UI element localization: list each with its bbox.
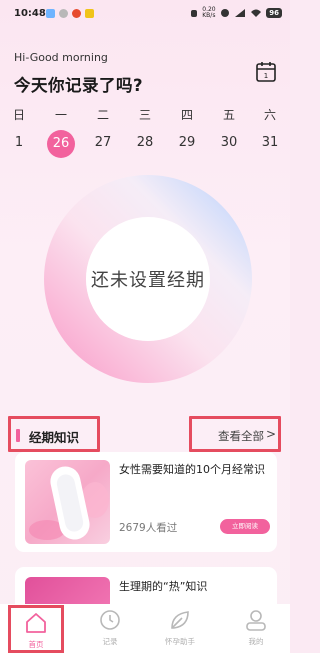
svg-text:1: 1 [264,72,268,80]
date-cell-today[interactable]: 26 [47,130,75,158]
app-notification-icon [59,9,68,18]
greeting-text: Hi-Good morning [14,51,108,64]
tab-label: 怀孕助手 [165,637,195,646]
alarm-icon [191,10,198,17]
weekday-row: 日 一 二 三 四 五 六 [0,106,290,122]
battery-indicator: 96 [266,8,282,18]
date-cell[interactable]: 1 [7,135,31,150]
leaf-icon [171,611,189,629]
article-title: 女性需要知道的10个月经常识 [119,463,265,476]
notification-icons [46,9,94,18]
page-title: 今天你记录了吗? [14,76,144,95]
status-time: 10:48 [14,8,46,19]
wifi-icon [251,9,262,17]
signal-icon [235,9,246,17]
bottom-tab-bar: 首页 记录 怀孕助手 我的 [0,604,290,653]
bluetooth-icon [221,9,230,17]
view-all-button[interactable]: 查看全部 > [189,416,281,452]
home-icon [26,613,46,633]
article-card[interactable]: 女性需要知道的10个月经常识 2679人看过 立即阅读 [15,452,277,552]
app-notification-icon [46,9,55,18]
section-accent-bar [16,429,20,442]
cycle-ring[interactable]: 还未设置经期 [43,174,253,384]
tab-me[interactable]: 我的 [226,604,286,653]
tab-pregnancy-assistant[interactable]: 怀孕助手 [150,604,210,653]
article-title: 生理期的“热”知识 [119,580,208,593]
system-status: 0.20 KB/s 96 [190,7,282,19]
section-header-knowledge: 经期知识 [8,416,100,452]
network-speed: 0.20 KB/s [202,6,216,19]
section-title: 经期知识 [29,430,80,445]
app-notification-icon [85,9,94,18]
chevron-right-icon: > [266,427,277,441]
date-cell[interactable]: 28 [133,135,157,150]
weekday-label: 五 [222,108,235,122]
date-cell[interactable]: 30 [217,135,241,150]
sanitary-pad-image [29,466,109,540]
cycle-status-label: 还未设置经期 [91,270,205,291]
user-icon [246,610,266,631]
weekday-label: 一 [54,108,67,122]
tab-label: 我的 [248,637,264,646]
app-screen: 10:48 0.20 KB/s 96 Hi-Good morning 今天你记录了… [0,0,290,653]
clock-icon [100,610,120,630]
calendar-icon[interactable]: 1 [255,61,277,83]
view-all-label: 查看全部 [218,429,264,443]
weekday-label: 四 [180,108,193,122]
read-now-button[interactable]: 立即阅读 [220,519,270,534]
date-row: 1 26 27 28 29 30 31 [0,130,290,158]
status-bar: 10:48 0.20 KB/s 96 [0,0,290,28]
weekday-label: 二 [96,108,109,122]
weekday-label: 日 [12,108,25,122]
date-cell[interactable]: 29 [175,135,199,150]
date-cell[interactable]: 27 [91,135,115,150]
article-views: 2679人看过 [119,522,178,534]
app-notification-icon [72,9,81,18]
tab-label: 首页 [28,640,44,649]
tab-home[interactable]: 首页 [8,605,64,653]
tab-label: 记录 [102,637,118,646]
tab-record[interactable]: 记录 [80,604,140,653]
weekday-label: 六 [263,108,276,122]
date-cell[interactable]: 31 [258,135,282,150]
article-thumbnail [25,460,110,544]
weekday-label: 三 [138,108,151,122]
